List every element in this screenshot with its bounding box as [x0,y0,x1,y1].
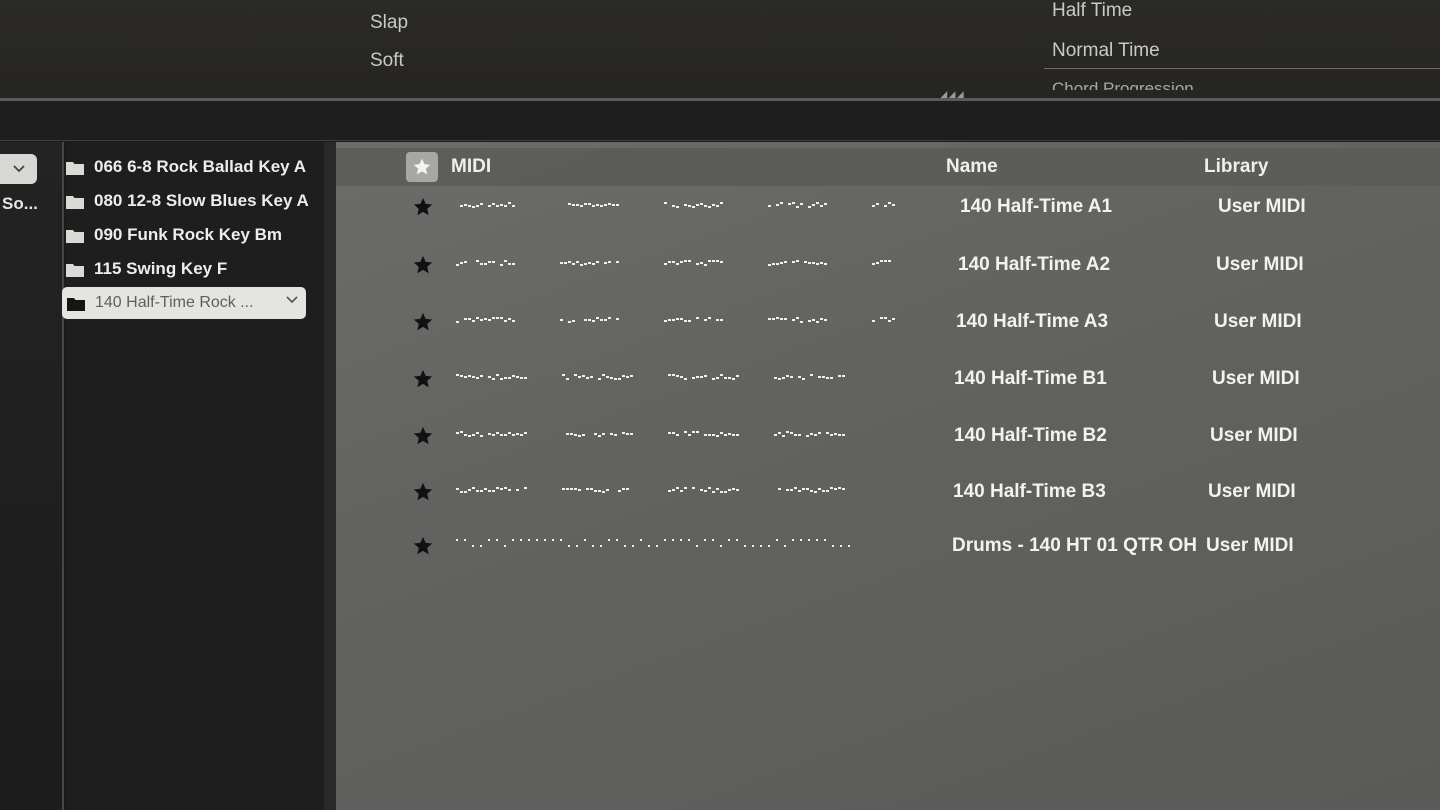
sound-category-column: So... [0,142,64,810]
midi-name: 140 Half-Time B2 [954,425,1107,446]
tag-filter-area: Slap Soft Half Time Normal Time Chord Pr… [0,0,1440,102]
midi-name: 140 Half-Time A2 [958,254,1111,275]
folder-icon [66,161,84,175]
chevron-down-icon [12,165,25,173]
midi-library: User MIDI [1214,311,1302,332]
midi-pattern-preview [460,202,895,208]
midi-library: User MIDI [1210,425,1298,446]
chevron-down-icon[interactable] [286,296,298,304]
midi-row[interactable]: Drums - 140 HT 01 QTR OH User MIDI [336,523,1440,573]
column-header-name[interactable]: Name [946,156,998,178]
column-header-midi[interactable]: MIDI [451,156,491,178]
midi-library: User MIDI [1208,481,1296,502]
midi-library: User MIDI [1212,368,1300,389]
column-header-library[interactable]: Library [1204,156,1268,178]
tag-divider [1044,68,1440,69]
folder-label: 080 12-8 Slow Blues Key A [94,191,309,210]
folder-icon [67,297,85,311]
toolbar-strip [0,101,1440,141]
midi-library: User MIDI [1206,535,1294,556]
tag-slap[interactable]: Slap [370,12,408,34]
midi-pattern-preview [456,317,895,323]
midi-row[interactable]: 140 Half-Time B1 User MIDI [336,356,1440,406]
star-icon[interactable] [412,425,434,452]
midi-library: User MIDI [1216,254,1304,275]
folder-label: 115 Swing Key F [94,259,228,278]
midi-row[interactable]: 140 Half-Time A1 User MIDI [336,184,1440,234]
folder-list: 066 6-8 Rock Ballad Key A 080 12-8 Slow … [62,142,324,810]
folder-label: 090 Funk Rock Key Bm [94,225,283,244]
star-icon[interactable] [412,368,434,395]
tag-chord-progression[interactable]: Chord Progression [1052,80,1252,90]
midi-library: User MIDI [1218,196,1306,217]
tag-normal-time[interactable]: Normal Time [1052,40,1160,62]
midi-pattern-preview [456,374,845,380]
category-label[interactable]: So... [2,194,38,214]
category-dropdown[interactable] [0,154,37,184]
star-icon[interactable] [412,535,434,562]
folder-label: 066 6-8 Rock Ballad Key A [94,157,306,176]
star-icon[interactable] [412,196,434,223]
folder-item[interactable]: 115 Swing Key F [66,253,316,285]
tag-soft[interactable]: Soft [370,50,404,72]
star-icon [413,158,431,175]
folder-icon [66,195,84,209]
star-icon[interactable] [412,254,434,281]
folder-item-selected[interactable]: 140 Half-Time Rock ... [62,287,306,319]
midi-pattern-preview [456,539,850,547]
midi-row[interactable]: 140 Half-Time B2 User MIDI [336,413,1440,463]
folder-item[interactable]: 080 12-8 Slow Blues Key A [66,185,316,217]
midi-row[interactable]: 140 Half-Time A3 User MIDI [336,299,1440,349]
folder-label: 140 Half-Time Rock ... [95,294,254,311]
midi-browser-pane: MIDI Name Library 140 Half-Time A1 User M… [324,142,1440,810]
favorites-filter-button[interactable] [406,152,438,182]
tag-half-time[interactable]: Half Time [1052,0,1132,22]
midi-row[interactable]: 140 Half-Time B3 User MIDI [336,469,1440,519]
midi-name: 140 Half-Time B3 [953,481,1106,502]
midi-pattern-preview [456,260,891,266]
midi-name: 140 Half-Time A3 [956,311,1109,332]
column-header: MIDI Name Library [336,148,1440,186]
midi-pattern-preview [456,487,845,493]
folder-icon [66,263,84,277]
midi-name: 140 Half-Time B1 [954,368,1107,389]
star-icon[interactable] [412,481,434,508]
folder-item[interactable]: 066 6-8 Rock Ballad Key A [66,151,316,183]
midi-pattern-preview [456,431,845,437]
midi-browser-app: Slap Soft Half Time Normal Time Chord Pr… [0,0,1440,810]
midi-name: Drums - 140 HT 01 QTR OH [952,535,1197,556]
folder-item[interactable]: 090 Funk Rock Key Bm [66,219,316,251]
star-icon[interactable] [412,311,434,338]
midi-row[interactable]: 140 Half-Time A2 User MIDI [336,242,1440,292]
folder-icon [66,229,84,243]
midi-name: 140 Half-Time A1 [960,196,1113,217]
